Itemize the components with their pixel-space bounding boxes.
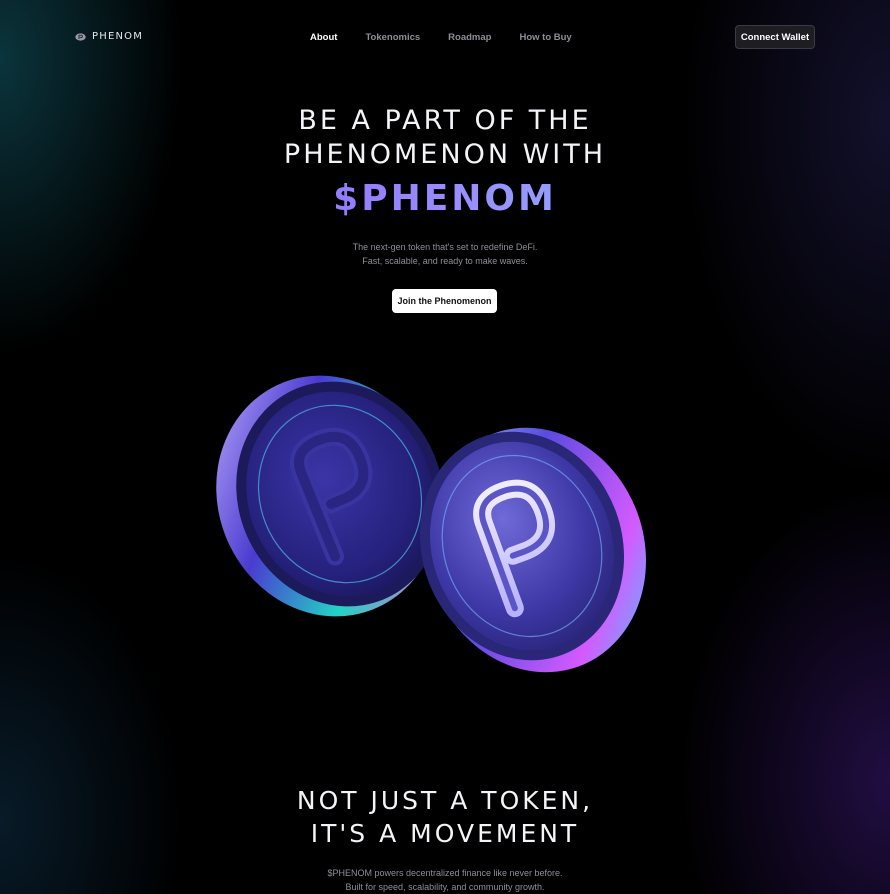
connect-wallet-button[interactable]: Connect Wallet xyxy=(735,25,815,49)
hero-subtitle: The next-gen token that's set to redefin… xyxy=(0,241,890,268)
hero-title-line-1: BE A PART OF THE xyxy=(298,105,592,136)
hero-subtitle-line-1: The next-gen token that's set to redefin… xyxy=(352,242,538,252)
movement-title: NOT JUST A TOKEN, IT'S A MOVEMENT xyxy=(0,784,890,850)
phenom-logo-icon xyxy=(75,32,86,41)
movement-subtitle-line-1: $PHENOM powers decentralized finance lik… xyxy=(327,868,563,878)
hero-subtitle-line-2: Fast, scalable, and ready to make waves. xyxy=(362,255,528,266)
nav-link-how-to-buy[interactable]: How to Buy xyxy=(519,32,571,43)
movement-title-line-2: IT'S A MOVEMENT xyxy=(310,819,580,848)
movement-title-line-1: NOT JUST A TOKEN, xyxy=(296,786,594,815)
hero-title: BE A PART OF THE PHENOMENON WITH xyxy=(0,104,890,172)
hero-token-name: $PHENOM xyxy=(0,178,890,220)
brand-name: PHENOM xyxy=(92,31,144,42)
nav-links: About Tokenomics Roadmap How to Buy xyxy=(310,32,572,43)
nav-link-roadmap[interactable]: Roadmap xyxy=(448,32,491,43)
brand-logo[interactable]: PHENOM xyxy=(75,31,143,42)
movement-subtitle-line-2: Built for speed, scalability, and commun… xyxy=(345,881,545,892)
top-navigation: PHENOM About Tokenomics Roadmap How to B… xyxy=(0,0,890,76)
landing-page: PHENOM About Tokenomics Roadmap How to B… xyxy=(0,0,890,894)
join-phenomenon-button[interactable]: Join the Phenomenon xyxy=(392,289,497,313)
nav-link-about[interactable]: About xyxy=(310,32,337,43)
coin-front xyxy=(419,427,646,673)
coins-illustration xyxy=(216,375,646,673)
hero-title-line-2: PHENOMENON WITH xyxy=(283,139,607,170)
nav-link-tokenomics[interactable]: Tokenomics xyxy=(365,32,420,43)
movement-subtitle: $PHENOM powers decentralized finance lik… xyxy=(0,867,890,894)
